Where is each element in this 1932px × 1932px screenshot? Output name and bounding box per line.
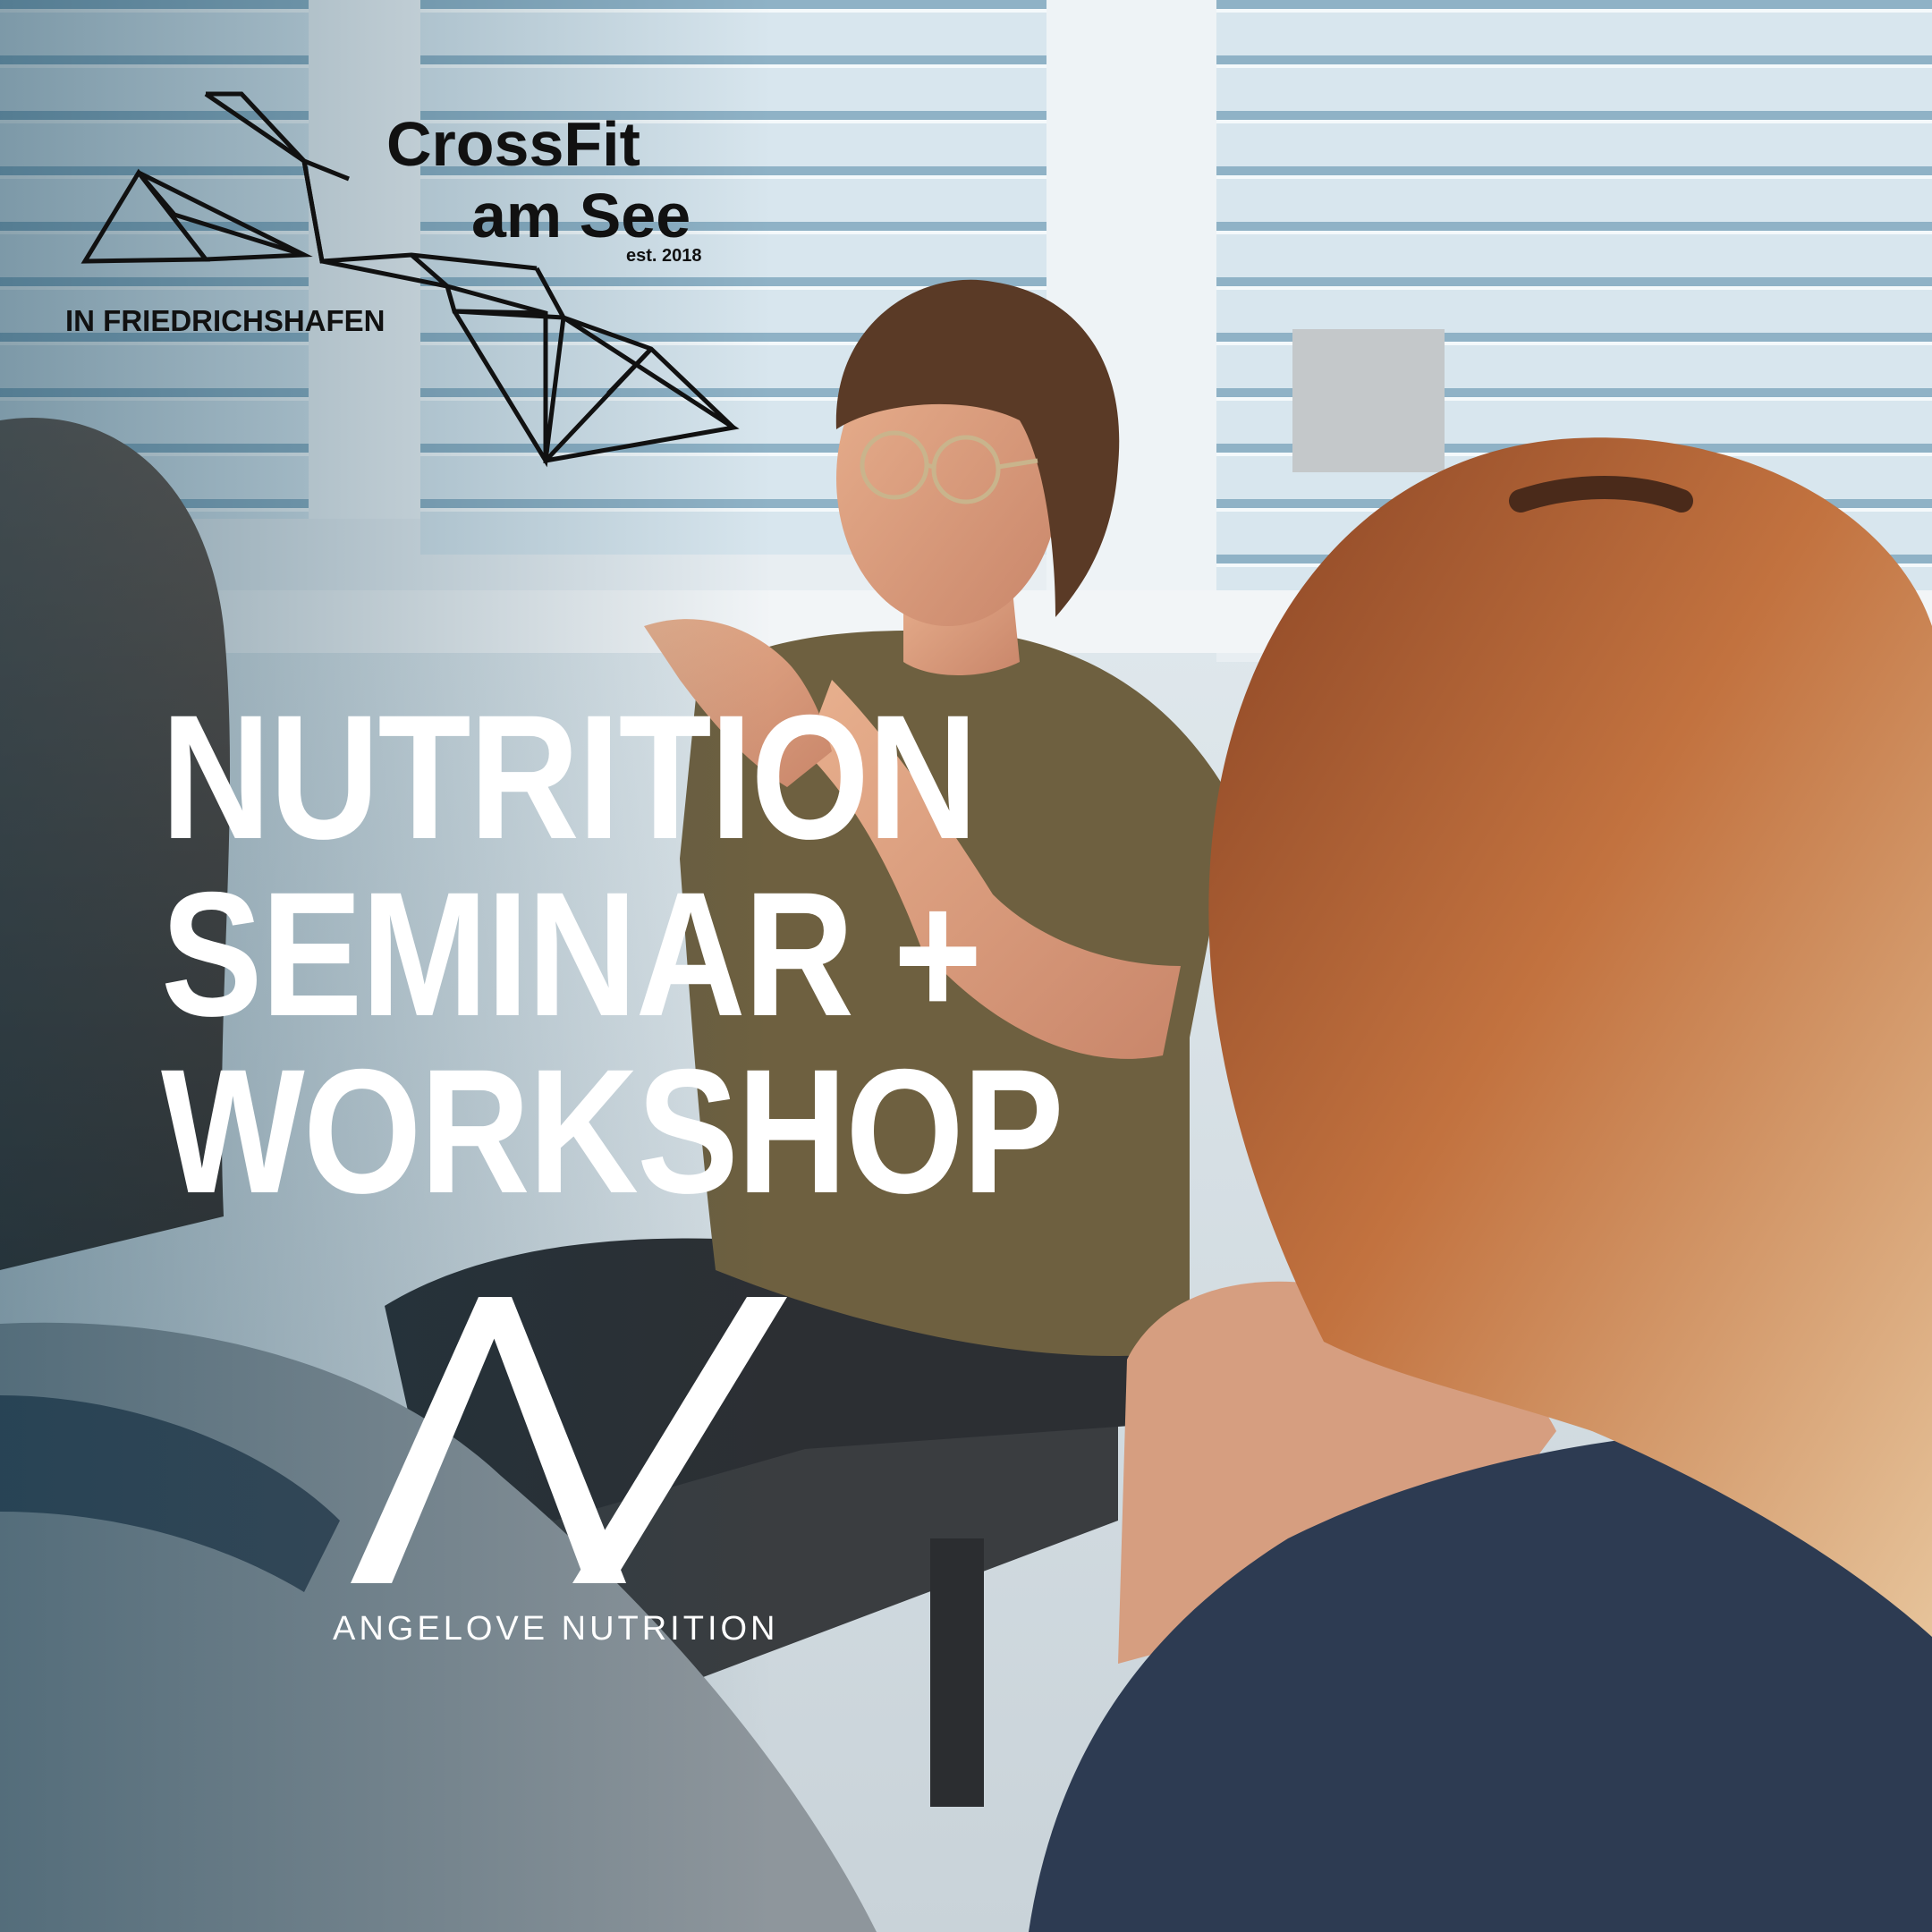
crossfit-am-see-logo: CrossFit am See est. 2018 IN FRIEDRICHSH… xyxy=(65,91,740,468)
established-year: est. 2018 xyxy=(626,246,702,266)
poster: CrossFit am See est. 2018 IN FRIEDRICHSH… xyxy=(0,0,1932,1932)
location-tagline: IN FRIEDRICHSHAFEN xyxy=(65,304,386,337)
headline-line-2: SEMINAR + xyxy=(161,855,982,1053)
angelove-nutrition-name: ANGELOVE NUTRITION xyxy=(333,1610,779,1648)
am-see-wordmark: am See xyxy=(471,181,691,250)
angelove-monogram-icon xyxy=(351,1297,787,1583)
headline-line-3: WORKSHOP xyxy=(161,1032,1064,1230)
headline-line-1: NUTRITION xyxy=(161,678,978,876)
headline: NUTRITION SEMINAR + WORKSHOP xyxy=(161,678,1064,1230)
crossfit-wordmark: CrossFit xyxy=(386,109,640,179)
